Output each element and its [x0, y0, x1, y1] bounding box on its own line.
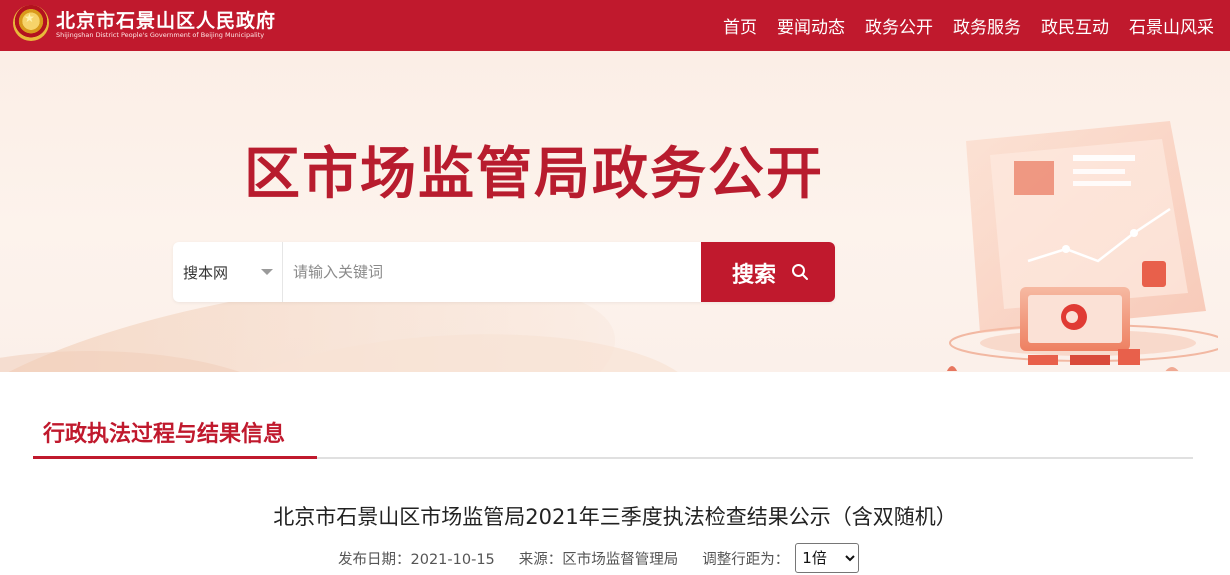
site-subtitle: Shijingshan District People's Government…: [56, 31, 265, 39]
caret-down-icon: [261, 269, 273, 275]
nav-item-district-style[interactable]: 石景山风采: [1129, 13, 1214, 38]
publish-date: 发布日期：2021-10-15: [338, 551, 495, 568]
article-title: 北京市石景山区市场监管局2021年三季度执法检查结果公示（含双随机）: [273, 505, 957, 529]
nav-item-interaction[interactable]: 政民互动: [1041, 13, 1109, 38]
main-nav: 首页 要闻动态 政务公开 政务服务 政民互动 石景山风采: [703, 0, 1214, 51]
data-dashboard-illustration: [946, 121, 1218, 371]
site-title[interactable]: 北京市石景山区人民政府: [56, 6, 276, 33]
search-scope-label: 搜本网: [183, 264, 229, 282]
search-scope-select[interactable]: 搜本网: [173, 242, 283, 302]
line-height-label: 调整行距为：: [702, 551, 790, 568]
banner: 区市场监管局政务公开 搜本网 搜索: [0, 51, 1230, 372]
search-icon: [792, 264, 808, 280]
nav-item-news[interactable]: 要闻动态: [777, 13, 845, 38]
nav-item-gov-services[interactable]: 政务服务: [953, 13, 1021, 38]
search-button-label: 搜索: [732, 263, 777, 288]
nav-item-gov-affairs-public[interactable]: 政务公开: [865, 13, 933, 38]
search-bar: 搜本网 搜索: [173, 242, 835, 302]
section-underline-active: [33, 456, 317, 459]
section-title: 行政执法过程与结果信息: [43, 422, 286, 447]
banner-title: 区市场监管局政务公开: [244, 142, 824, 207]
search-input[interactable]: [284, 242, 701, 302]
search-button[interactable]: 搜索: [701, 242, 835, 302]
article-meta: 发布日期：2021-10-15 来源：区市场监督管理局 调整行距为： 1倍: [338, 543, 860, 573]
national-emblem-icon[interactable]: ★: [13, 5, 49, 41]
line-height-select[interactable]: 1倍: [795, 543, 860, 573]
article-source: 来源：区市场监督管理局: [518, 551, 679, 568]
nav-item-home[interactable]: 首页: [723, 13, 757, 38]
top-header: ★ 北京市石景山区人民政府 Shijingshan District Peopl…: [0, 0, 1230, 51]
